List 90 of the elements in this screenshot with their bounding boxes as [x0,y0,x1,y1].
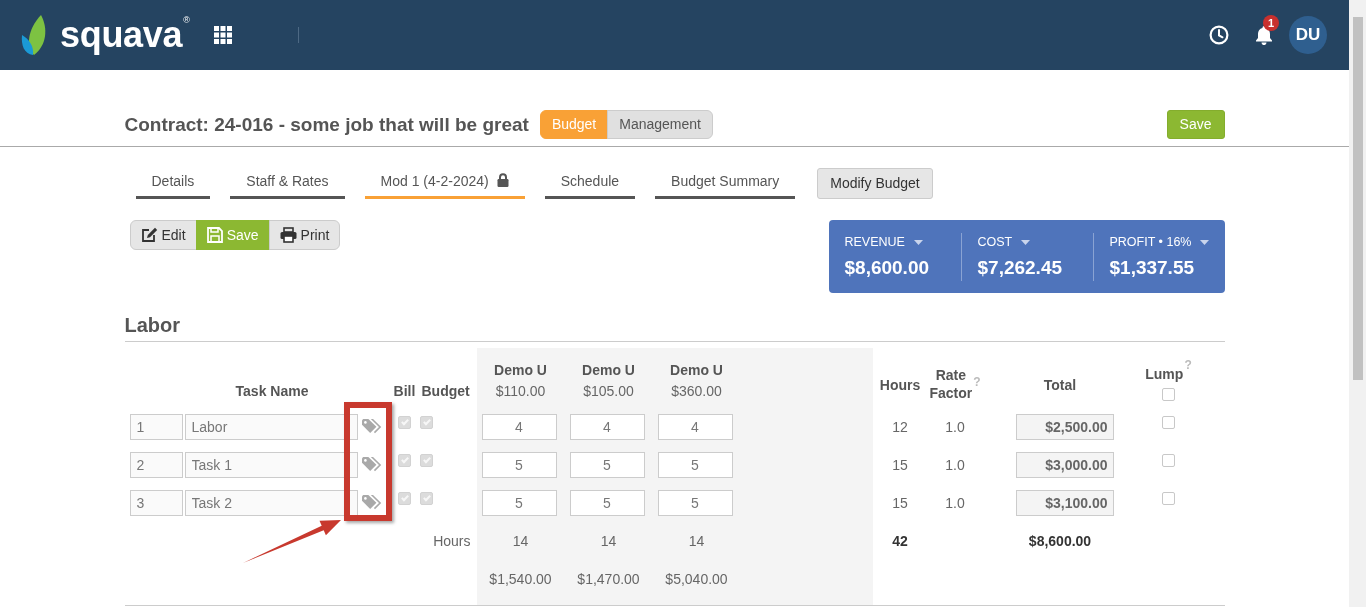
modify-budget-button[interactable]: Modify Budget [817,168,933,199]
toolbar-button[interactable]: Edit [129,220,197,250]
total-field[interactable]: $3,100.00 [1015,490,1114,516]
rate-factor-value: 1.0 [945,456,965,473]
notification-badge: 1 [1263,15,1279,31]
checkbox[interactable] [1162,454,1175,467]
hours-field[interactable]: 5 [481,490,557,516]
staff-rate: $105.00 [583,383,634,399]
hours-field[interactable]: 4 [481,414,557,440]
caret-icon[interactable] [1021,239,1031,245]
column-header: Budget [421,383,470,399]
hours-field[interactable]: 4 [569,414,645,440]
hours-field[interactable]: 5 [481,452,557,478]
checkbox[interactable] [1162,492,1175,505]
hours-total: 14 [688,532,705,549]
toolbar-button[interactable]: Save [195,220,270,250]
column-header: Lump [1145,365,1184,383]
user-avatar[interactable]: DU [1289,16,1327,54]
task-name-field[interactable]: Task 2 [184,490,358,516]
staff-rate: $110.00 [495,383,546,399]
hours-field[interactable]: 5 [569,452,645,478]
grid-icon[interactable] [213,26,232,44]
staff-name: Demo U [670,362,723,378]
column-header: Total [1043,377,1077,393]
tags-icon[interactable] [361,494,382,510]
cost-value: $1,470.00 [577,571,640,588]
scrollbar-thumb[interactable] [1353,17,1363,380]
edit-icon [140,227,158,243]
row-number-field[interactable]: 2 [129,452,183,478]
staff-name: Demo U [582,362,635,378]
grand-total: $8,600.00 [1028,532,1092,549]
tab[interactable]: Staff & Rates [230,171,345,199]
bell-icon[interactable] [1255,25,1273,45]
hours-field[interactable]: 5 [657,452,733,478]
hours-value: 12 [892,418,908,435]
tab[interactable]: Details [135,171,211,199]
clock-icon[interactable] [1209,25,1229,45]
hours-total: 42 [892,532,908,549]
summary-label: PROFIT • 16% [1109,234,1192,251]
section-title: Labor [124,313,182,337]
checkbox[interactable] [398,454,411,467]
staff-rate: $360.00 [671,383,722,399]
checkbox[interactable] [419,492,433,505]
column-header: Bill [393,383,416,399]
view-toggle[interactable]: Management [607,110,713,139]
tags-icon[interactable] [361,456,382,472]
hours-total: 14 [512,532,529,549]
rate-factor-value: 1.0 [945,494,965,511]
row-number-field[interactable]: 3 [129,490,183,516]
hours-value: 15 [892,456,908,473]
task-name-field[interactable]: Task 1 [184,452,358,478]
checkbox[interactable] [1162,388,1175,401]
column-header: Task Name [235,383,309,399]
tab[interactable]: Mod 1 (4-2-2024) [364,171,525,199]
task-name-field[interactable]: Labor [184,414,358,440]
tab[interactable]: Schedule [544,171,636,199]
printer-icon [279,227,297,243]
caret-icon[interactable] [913,239,923,245]
column-header: Rate Factor [929,366,973,402]
cost-value: $5,040.00 [665,571,728,588]
caret-icon[interactable] [1200,239,1210,245]
hours-total: 14 [600,532,617,549]
staff-name: Demo U [494,362,547,378]
save-button[interactable]: Save [1166,110,1225,139]
toolbar-button[interactable]: Print [268,220,341,250]
total-field[interactable]: $2,500.00 [1015,414,1114,440]
checkbox[interactable] [419,454,433,467]
rate-factor-value: 1.0 [945,418,965,435]
row-number-field[interactable]: 1 [129,414,183,440]
checkbox[interactable] [398,416,411,429]
hours-value: 15 [892,494,908,511]
hours-field[interactable]: 5 [657,490,733,516]
contract-title: Contract: 24-016 - some job that will be great [124,113,529,137]
tab[interactable]: Budget Summary [655,171,796,199]
checkbox[interactable] [419,416,433,429]
totals-label: Hours [433,532,471,549]
checkbox[interactable] [1162,416,1175,429]
summary-value: $7,262.45 [977,257,1063,278]
column-header: Hours [879,377,921,393]
summary-value: $1,337.55 [1109,257,1195,278]
checkbox[interactable] [398,492,411,505]
hours-field[interactable]: 5 [569,490,645,516]
hours-field[interactable]: 4 [657,414,733,440]
summary-label: COST [977,234,1013,251]
cost-value: $1,540.00 [489,571,552,588]
summary-value: $8,600.00 [844,257,930,278]
summary-label: REVENUE [844,234,905,251]
tags-icon[interactable] [361,418,382,434]
total-field[interactable]: $3,000.00 [1015,452,1114,478]
brand-name[interactable]: squava$^{®}$ [60,17,190,53]
